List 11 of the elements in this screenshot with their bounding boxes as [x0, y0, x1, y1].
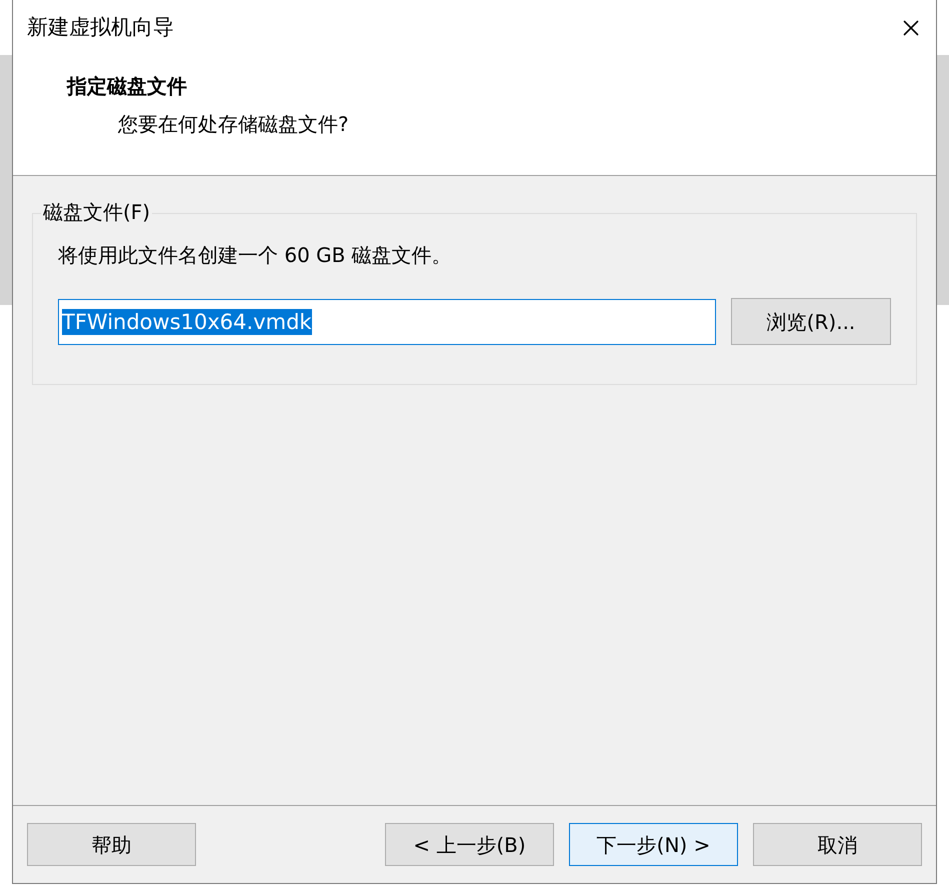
group-label: 磁盘文件(F) [41, 199, 152, 225]
step-subtitle: 您要在何处存储磁盘文件? [117, 111, 349, 138]
dialog-button[interactable]: 帮助 [27, 823, 196, 866]
browse-button[interactable]: 浏览(R)... [731, 298, 891, 345]
step-title: 指定磁盘文件 [67, 73, 187, 100]
file-name-field[interactable]: TFWindows10x64.vmdk [58, 298, 716, 344]
dialog-button[interactable]: < 上一步(B) [385, 823, 554, 866]
dialog-button[interactable]: 取消 [753, 823, 922, 866]
dialog-button[interactable]: 下一步(N) > [569, 823, 738, 866]
group-description: 将使用此文件名创建一个 60 GB 磁盘文件。 [58, 242, 452, 269]
window-title: 新建虚拟机向导 [27, 14, 174, 41]
